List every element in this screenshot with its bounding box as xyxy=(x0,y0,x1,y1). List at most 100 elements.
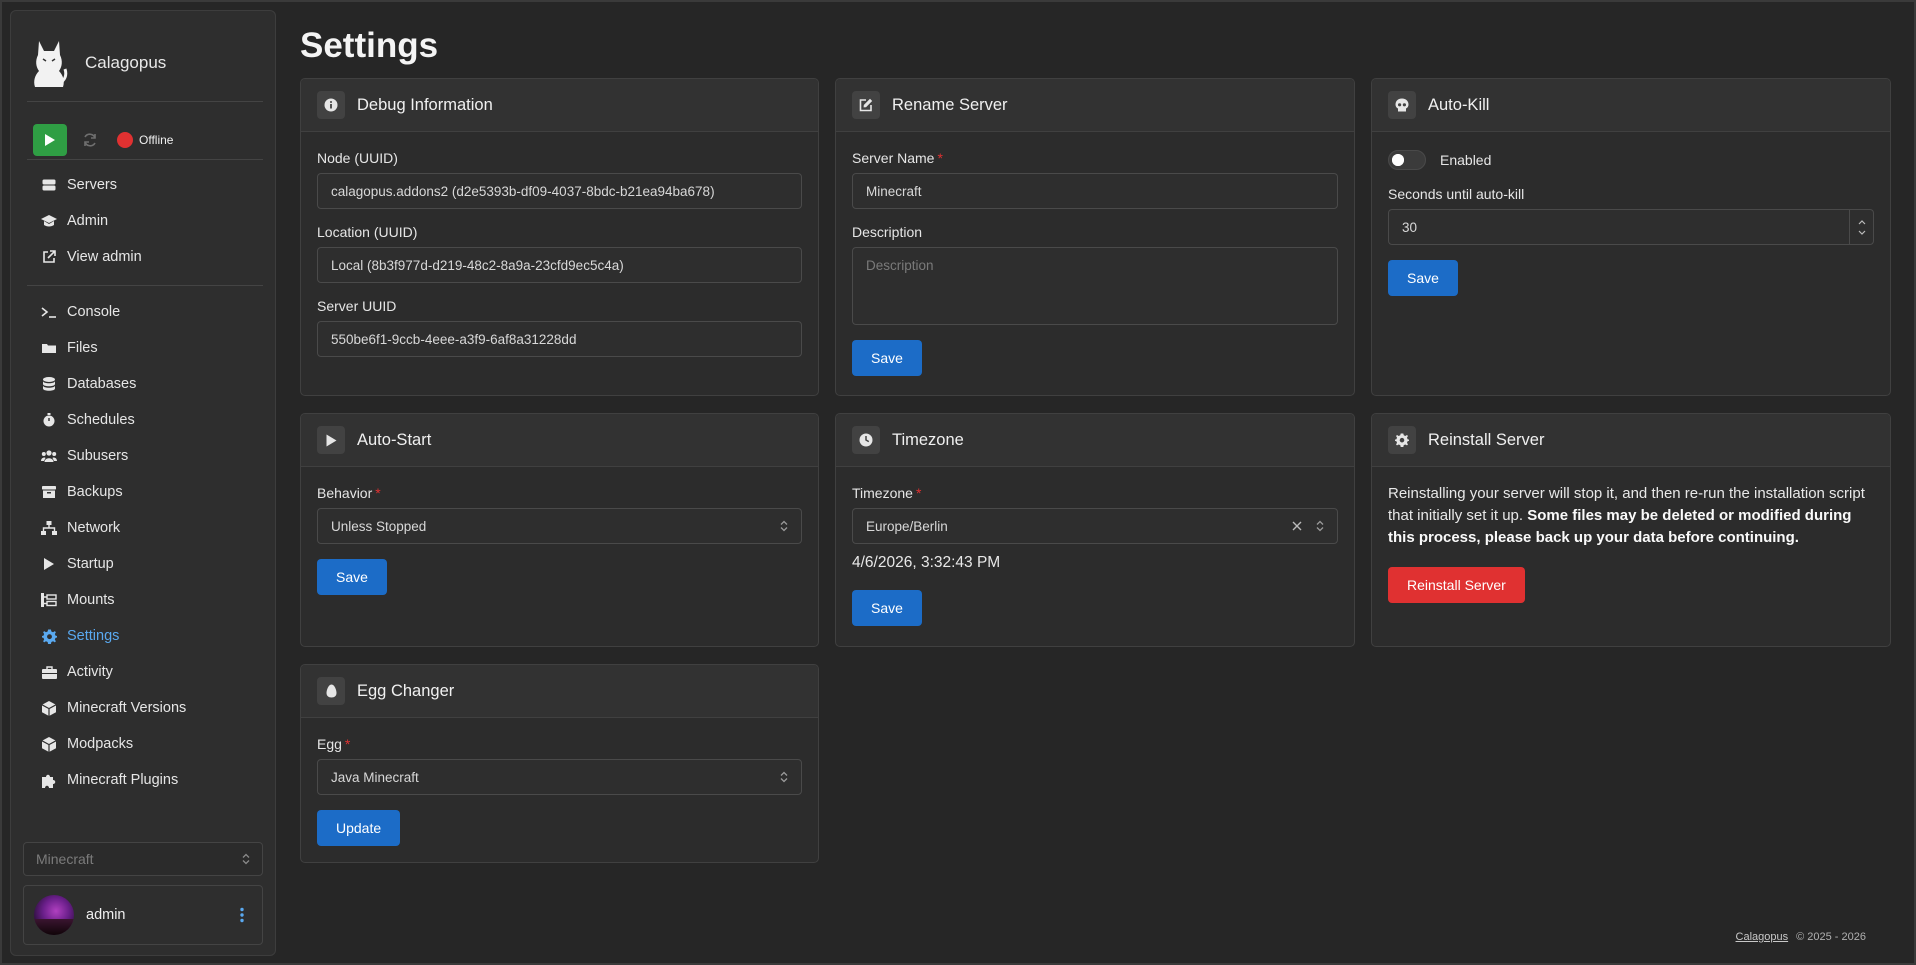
egg-select[interactable]: Java Minecraft xyxy=(317,759,802,795)
auto-kill-toggle[interactable] xyxy=(1388,150,1426,170)
nav-item-settings[interactable]: Settings xyxy=(41,618,186,654)
power-controls: Offline xyxy=(33,124,173,156)
nav-label: Minecraft Plugins xyxy=(67,772,179,788)
rename-server-card: Rename Server Server Name * Minecraft Des… xyxy=(835,78,1355,396)
card-header: Auto-Start xyxy=(301,414,818,467)
brand[interactable]: Calagopus xyxy=(29,33,166,93)
user-name: admin xyxy=(86,907,126,923)
nav-item-minecraft-plugins[interactable]: Minecraft Plugins xyxy=(41,762,186,798)
node-uuid-value: calagopus.addons2 (d2e5393b-df09-4037-8b… xyxy=(331,183,715,199)
nav-item-activity[interactable]: Activity xyxy=(41,654,186,690)
timezone-card: Timezone Timezone * Europe/Berlin 4/6/202… xyxy=(835,413,1355,647)
start-button[interactable] xyxy=(33,124,67,156)
behavior-select[interactable]: Unless Stopped xyxy=(317,508,802,544)
status-indicator xyxy=(117,132,133,148)
rename-save-button[interactable]: Save xyxy=(852,340,922,376)
seconds-number-input[interactable]: 30 xyxy=(1388,209,1874,245)
location-uuid-field[interactable]: Local (8b3f977d-d219-48c2-8a9a-23cfd9ec5… xyxy=(317,247,802,283)
nav-item-files[interactable]: Files xyxy=(41,330,186,366)
nav-label: Startup xyxy=(67,556,114,572)
skull-icon xyxy=(1388,91,1416,119)
required-marker: * xyxy=(375,485,381,501)
nav-item-servers[interactable]: Servers xyxy=(41,167,142,203)
auto-kill-toggle-row: Enabled xyxy=(1388,150,1874,170)
chevron-updown-icon xyxy=(1316,520,1324,532)
server-name-value: Minecraft xyxy=(866,183,922,199)
gear-icon xyxy=(41,628,57,644)
footer-link[interactable]: Calagopus xyxy=(1736,931,1789,943)
enabled-label: Enabled xyxy=(1440,152,1492,168)
kebab-menu-icon[interactable] xyxy=(240,907,244,923)
server-uuid-value: 550be6f1-9ccb-4eee-a3f9-6af8a31228dd xyxy=(331,331,577,347)
clear-icon[interactable] xyxy=(1292,521,1302,531)
fox-logo-icon xyxy=(34,41,68,87)
behavior-label-text: Behavior xyxy=(317,485,373,501)
number-stepper[interactable] xyxy=(1849,210,1873,244)
egg-update-button[interactable]: Update xyxy=(317,810,401,846)
server-select[interactable]: Minecraft xyxy=(23,842,263,876)
chevron-updown-icon xyxy=(780,520,788,532)
auto-start-save-button[interactable]: Save xyxy=(317,559,387,595)
restart-button[interactable] xyxy=(73,124,107,156)
external-link-icon xyxy=(41,249,57,265)
server-name-input[interactable]: Minecraft xyxy=(852,173,1338,209)
nav-item-backups[interactable]: Backups xyxy=(41,474,186,510)
behavior-value: Unless Stopped xyxy=(331,518,427,534)
nav-item-schedules[interactable]: Schedules xyxy=(41,402,186,438)
page-title: Settings xyxy=(300,26,439,65)
cube-icon xyxy=(41,736,57,752)
server-uuid-field[interactable]: 550be6f1-9ccb-4eee-a3f9-6af8a31228dd xyxy=(317,321,802,357)
brand-name: Calagopus xyxy=(85,53,167,72)
auto-start-card: Auto-Start Behavior * Unless Stopped Save xyxy=(300,413,819,647)
nav-item-minecraft-versions[interactable]: Minecraft Versions xyxy=(41,690,186,726)
edit-icon xyxy=(852,91,880,119)
card-header: Timezone xyxy=(836,414,1354,467)
card-header: Rename Server xyxy=(836,79,1354,132)
reinstall-server-card: Reinstall Server Reinstalling your serve… xyxy=(1371,413,1891,647)
egg-label: Egg * xyxy=(317,736,802,752)
nav-item-databases[interactable]: Databases xyxy=(41,366,186,402)
timezone-value: Europe/Berlin xyxy=(866,518,948,534)
timezone-select[interactable]: Europe/Berlin xyxy=(852,508,1338,544)
node-label: Node (UUID) xyxy=(317,150,398,166)
nav-label: Subusers xyxy=(67,448,129,464)
required-marker: * xyxy=(344,736,351,752)
chevron-up-icon[interactable] xyxy=(1858,219,1866,225)
nav-label: Databases xyxy=(67,376,137,392)
briefcase-icon xyxy=(41,664,57,680)
nav-item-startup[interactable]: Startup xyxy=(41,546,186,582)
avatar xyxy=(34,895,74,935)
footer: Calagopus © 2025 - 2026 xyxy=(1736,931,1866,943)
nav-label: Activity xyxy=(67,664,113,680)
auto-kill-save-button[interactable]: Save xyxy=(1388,260,1458,296)
nav-item-subusers[interactable]: Subusers xyxy=(41,438,186,474)
nav-item-view-admin[interactable]: View admin xyxy=(41,239,142,275)
reinstall-server-button[interactable]: Reinstall Server xyxy=(1388,567,1525,603)
server-name-label: Server Name * xyxy=(852,150,1338,166)
refresh-icon xyxy=(84,133,96,147)
chevron-updown-icon xyxy=(780,771,788,783)
nav-item-modpacks[interactable]: Modpacks xyxy=(41,726,186,762)
nav-item-network[interactable]: Network xyxy=(41,510,186,546)
nav-item-console[interactable]: Console xyxy=(41,294,186,330)
egg-icon xyxy=(317,677,345,705)
node-uuid-field[interactable]: calagopus.addons2 (d2e5393b-df09-4037-8b… xyxy=(317,173,802,209)
nav-item-admin[interactable]: Admin xyxy=(41,203,142,239)
folder-icon xyxy=(41,340,57,356)
nav-item-mounts[interactable]: Mounts xyxy=(41,582,186,618)
database-icon xyxy=(41,376,57,392)
auto-kill-card: Auto-Kill Enabled Seconds until auto-kil… xyxy=(1371,78,1891,396)
debug-info-card: Debug Information Node (UUID) calagopus.… xyxy=(300,78,819,396)
terminal-icon xyxy=(41,304,57,320)
user-menu[interactable]: admin xyxy=(23,885,263,945)
chevron-down-icon[interactable] xyxy=(1858,230,1866,235)
description-textarea[interactable]: Description xyxy=(852,247,1338,325)
card-title: Auto-Start xyxy=(357,430,432,449)
seconds-value: 30 xyxy=(1402,219,1418,235)
server-nav: Console Files Databases Schedules Subuse… xyxy=(41,294,186,798)
card-header: Reinstall Server xyxy=(1372,414,1890,467)
reinstall-description: Reinstalling your server will stop it, a… xyxy=(1388,483,1874,549)
required-marker: * xyxy=(915,485,922,501)
timezone-save-button[interactable]: Save xyxy=(852,590,922,626)
nav-label: Settings xyxy=(67,628,120,644)
